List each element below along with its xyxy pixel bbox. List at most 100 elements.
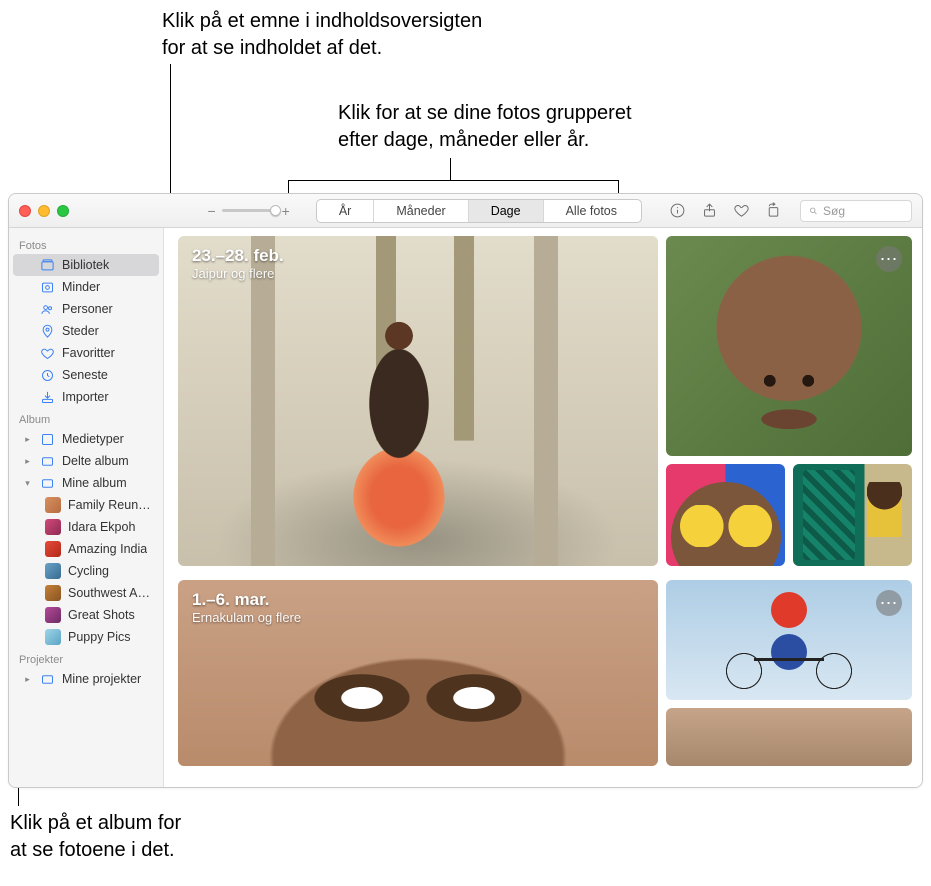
more-options-button[interactable]: ⋯	[876, 246, 902, 272]
disclosure-icon[interactable]: ▸	[23, 434, 32, 445]
sidebar-section-projekter: Projekter	[9, 648, 163, 668]
window-controls	[19, 205, 69, 217]
photo-tile[interactable]: ⋯	[666, 580, 912, 700]
people-icon	[39, 301, 55, 317]
toolbar: − + År Måneder Dage Alle fotos	[9, 194, 922, 228]
disclosure-icon[interactable]: ▸	[23, 456, 32, 467]
photo-tile[interactable]	[666, 708, 912, 766]
sidebar-album-family-reunion[interactable]: Family Reuni…	[13, 494, 159, 516]
zoom-slider-knob[interactable]	[270, 205, 281, 216]
favorite-icon[interactable]	[732, 202, 750, 220]
disclosure-icon[interactable]: ▸	[23, 674, 32, 685]
search-field[interactable]	[800, 200, 912, 222]
favorites-icon	[39, 345, 55, 361]
photo-tile[interactable]	[666, 464, 785, 566]
album-thumbnail	[45, 585, 61, 601]
segment-all-photos[interactable]: Alle fotos	[544, 200, 641, 222]
sidebar-album-amazing-india[interactable]: Amazing India	[13, 538, 159, 560]
album-thumbnail	[45, 497, 61, 513]
album-thumbnail	[45, 519, 61, 535]
album-thumbnail	[45, 563, 61, 579]
sidebar-item-label: Idara Ekpoh	[68, 520, 135, 534]
sidebar-item-label: Importer	[62, 390, 109, 404]
callout-sidebar-topic: Klik på et emne i indholdsoversigten for…	[162, 8, 482, 62]
thumbnail-zoom-slider[interactable]: − +	[207, 203, 289, 219]
rotate-icon[interactable]	[764, 202, 782, 220]
sidebar-album-southwest[interactable]: Southwest A…	[13, 582, 159, 604]
photo-tile[interactable]	[793, 464, 912, 566]
photo-tile-hero[interactable]: 23.–28. feb. Jaipur og flere	[178, 236, 658, 566]
places-icon	[39, 323, 55, 339]
sidebar-item-label: Seneste	[62, 368, 108, 382]
sidebar-item-label: Southwest A…	[68, 586, 150, 600]
sidebar-item-favoritter[interactable]: Favoritter	[13, 342, 159, 364]
info-icon[interactable]	[668, 202, 686, 220]
import-icon	[39, 389, 55, 405]
disclosure-icon[interactable]: ▾	[23, 478, 32, 489]
toolbar-actions	[668, 202, 782, 220]
sidebar-item-bibliotek[interactable]: Bibliotek	[13, 254, 159, 276]
sidebar-item-label: Mine projekter	[62, 672, 141, 686]
callout-album: Klik på et album for at se fotoene i det…	[10, 810, 181, 864]
sidebar-item-delte-album[interactable]: ▸ Delte album	[13, 450, 159, 472]
sidebar-album-great-shots[interactable]: Great Shots	[13, 604, 159, 626]
date-range-label: 23.–28. feb.	[192, 246, 284, 266]
day-group: 23.–28. feb. Jaipur og flere ⋯	[164, 228, 922, 566]
projects-icon	[39, 671, 55, 687]
sidebar-item-label: Great Shots	[68, 608, 135, 622]
sidebar-item-importer[interactable]: Importer	[13, 386, 159, 408]
zoom-slider-track[interactable]	[222, 209, 276, 212]
photo-tile-hero[interactable]: 1.–6. mar. Ernakulam og flere	[178, 580, 658, 766]
photo-tile[interactable]: ⋯	[666, 236, 912, 456]
sidebar-album-puppy-pics[interactable]: Puppy Pics	[13, 626, 159, 648]
library-icon	[39, 257, 55, 273]
sidebar-item-minder[interactable]: Minder	[13, 276, 159, 298]
sidebar-item-steder[interactable]: Steder	[13, 320, 159, 342]
sidebar-item-label: Medietyper	[62, 432, 124, 446]
memories-icon	[39, 279, 55, 295]
sidebar-item-mine-album[interactable]: ▾ Mine album	[13, 472, 159, 494]
segment-years[interactable]: År	[317, 200, 375, 222]
share-icon[interactable]	[700, 202, 718, 220]
photos-app-window: − + År Måneder Dage Alle fotos Fotos	[8, 193, 923, 788]
sidebar-item-label: Mine album	[62, 476, 127, 490]
callout-bracket-left	[288, 180, 289, 194]
callout-bracket-top	[288, 180, 618, 181]
callout-bracket-right	[618, 180, 619, 194]
search-input[interactable]	[823, 204, 903, 218]
sidebar-item-label: Amazing India	[68, 542, 147, 556]
sidebar-album-cycling[interactable]: Cycling	[13, 560, 159, 582]
more-options-button[interactable]: ⋯	[876, 590, 902, 616]
my-albums-icon	[39, 475, 55, 491]
search-icon	[809, 205, 818, 217]
callout-bracket-stem	[450, 158, 451, 180]
sidebar: Fotos Bibliotek Minder Personer Steder	[9, 228, 164, 787]
day-group: 1.–6. mar. Ernakulam og flere ⋯	[164, 566, 922, 766]
window-close-button[interactable]	[19, 205, 31, 217]
sidebar-item-label: Delte album	[62, 454, 129, 468]
sidebar-item-label: Family Reuni…	[68, 498, 151, 512]
sidebar-item-personer[interactable]: Personer	[13, 298, 159, 320]
day-group-header: 23.–28. feb. Jaipur og flere	[192, 246, 284, 281]
mediatypes-icon	[39, 431, 55, 447]
window-minimize-button[interactable]	[38, 205, 50, 217]
day-group-header: 1.–6. mar. Ernakulam og flere	[192, 590, 301, 625]
window-zoom-button[interactable]	[57, 205, 69, 217]
segment-days[interactable]: Dage	[469, 200, 544, 222]
date-range-label: 1.–6. mar.	[192, 590, 301, 610]
sidebar-section-album: Album	[9, 408, 163, 428]
sidebar-item-seneste[interactable]: Seneste	[13, 364, 159, 386]
photo-grid[interactable]: 23.–28. feb. Jaipur og flere ⋯	[164, 228, 922, 787]
segment-months[interactable]: Måneder	[374, 200, 468, 222]
view-segmented-control: År Måneder Dage Alle fotos	[316, 199, 642, 223]
sidebar-item-medietyper[interactable]: ▸ Medietyper	[13, 428, 159, 450]
sidebar-item-label: Puppy Pics	[68, 630, 131, 644]
album-thumbnail	[45, 607, 61, 623]
location-label: Jaipur og flere	[192, 266, 284, 281]
sidebar-album-idara-ekpoh[interactable]: Idara Ekpoh	[13, 516, 159, 538]
sidebar-item-label: Bibliotek	[62, 258, 109, 272]
sidebar-item-mine-projekter[interactable]: ▸ Mine projekter	[13, 668, 159, 690]
recents-icon	[39, 367, 55, 383]
location-label: Ernakulam og flere	[192, 610, 301, 625]
sidebar-item-label: Cycling	[68, 564, 109, 578]
